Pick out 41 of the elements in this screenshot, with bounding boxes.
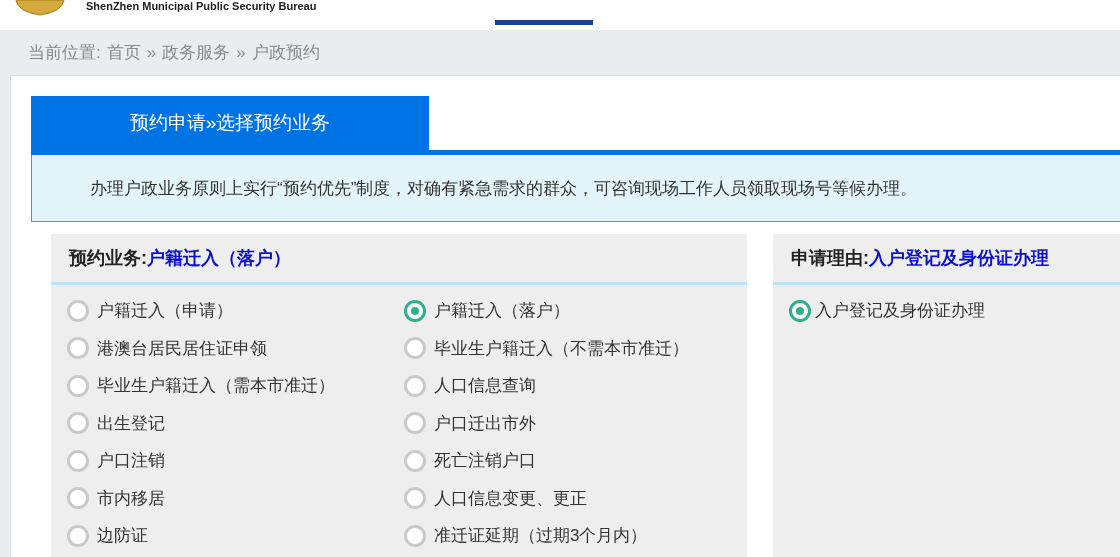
radio-button[interactable] <box>789 299 811 322</box>
radio-option[interactable]: 入户登记及身份证办理 <box>789 296 1120 325</box>
radio-button[interactable] <box>404 449 426 472</box>
radio-button[interactable] <box>404 487 426 509</box>
radio-button[interactable] <box>404 337 426 359</box>
breadcrumb-separator: » <box>146 42 157 63</box>
header-title: ShenZhen Municipal Public Security Bureau <box>86 0 317 12</box>
radio-option[interactable]: 港澳台居民居住证申领 <box>67 333 404 363</box>
radio-option[interactable]: 准迁证延期（过期3个月内） <box>404 521 747 550</box>
radio-button[interactable] <box>404 299 426 322</box>
radio-button[interactable] <box>67 524 89 547</box>
notice-text: 办理户政业务原则上实行“预约优先”制度，对确有紧急需求的群众，可咨询现场工作人员领取现场号等候办理。 <box>90 177 918 200</box>
radio-option[interactable]: 市内移居 <box>67 483 404 513</box>
panel-value: 入户登记及身份证办理 <box>869 247 1049 270</box>
radio-option[interactable]: 出生登记 <box>67 408 404 438</box>
emblem-icon <box>12 0 68 16</box>
section-tab[interactable]: 预约申请»选择预约业务 <box>31 96 429 150</box>
radio-option[interactable]: 户籍迁入（申请） <box>67 296 404 325</box>
radio-button[interactable] <box>67 449 89 472</box>
radio-option[interactable]: 户口注销 <box>67 446 404 475</box>
breadcrumb-separator: » <box>236 42 246 63</box>
radio-button[interactable] <box>67 487 89 509</box>
panel-value: 户籍迁入（落户） <box>147 247 291 270</box>
radio-button[interactable] <box>404 524 426 547</box>
radio-option[interactable]: 人口信息变更、更正 <box>404 483 747 513</box>
radio-option[interactable]: 户口迁出市外 <box>404 408 747 438</box>
radio-option[interactable]: 户籍迁入（落户） <box>404 296 747 325</box>
radio-option[interactable]: 毕业生户籍迁入（不需本市准迁） <box>404 333 747 363</box>
panel-label: 预约业务: <box>69 247 147 270</box>
radio-option[interactable]: 边防证 <box>67 521 404 550</box>
radio-option[interactable]: 死亡注销户口 <box>404 446 747 475</box>
breadcrumb-label: 当前位置: <box>28 42 101 64</box>
radio-option[interactable]: 人口信息查询 <box>404 371 747 400</box>
radio-button[interactable] <box>404 374 426 397</box>
panel-label: 申请理由: <box>791 247 869 270</box>
radio-button[interactable] <box>404 412 426 434</box>
radio-option[interactable]: 毕业生户籍迁入（需本市准迁） <box>67 371 404 400</box>
radio-button[interactable] <box>67 412 89 434</box>
radio-button[interactable] <box>67 337 89 359</box>
radio-button[interactable] <box>67 299 89 322</box>
radio-button[interactable] <box>67 374 89 397</box>
